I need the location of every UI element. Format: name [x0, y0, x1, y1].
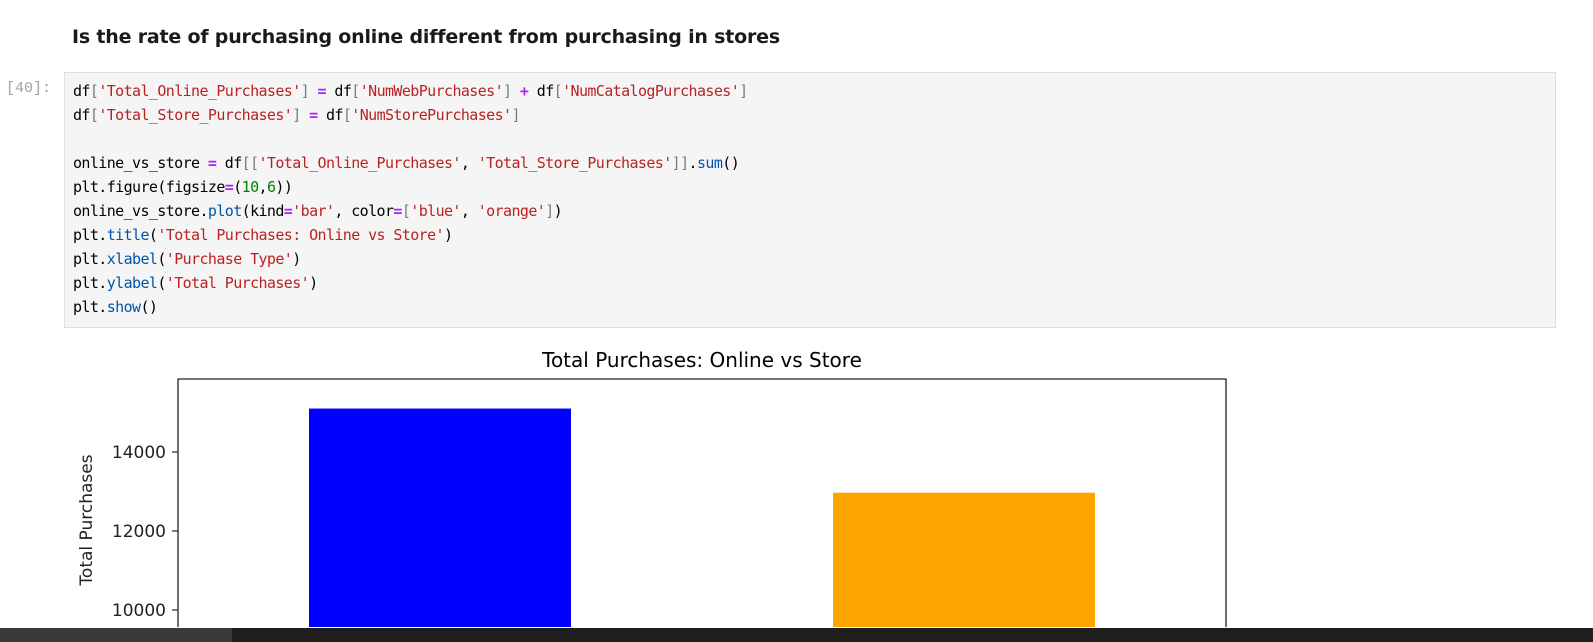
code-token: df: [73, 82, 90, 100]
code-token: ]: [292, 106, 301, 124]
code-line: df['Total_Store_Purchases'] = df['NumSto…: [73, 103, 748, 127]
code-token: plt: [73, 298, 99, 316]
execution-count: [40]:: [6, 80, 52, 97]
chart-title: Total Purchases: Online vs Store: [541, 348, 862, 372]
bar: [833, 492, 1095, 627]
code-cell[interactable]: df['Total_Online_Purchases'] = df['NumWe…: [64, 72, 1556, 328]
code-token: )): [275, 178, 293, 196]
code-token: online_vs_store: [73, 154, 208, 172]
code-token: ,: [258, 178, 268, 196]
code-token: plt: [73, 226, 99, 244]
code-token: ,: [460, 202, 478, 220]
y-tick-label: 10000: [112, 601, 166, 621]
code-line: online_vs_store = df[['Total_Online_Purc…: [73, 151, 748, 175]
code-token: (figsize: [157, 178, 225, 196]
code-token: figure: [106, 178, 158, 196]
code-token: .: [98, 226, 107, 244]
code-token: =: [224, 178, 234, 196]
code-token: .: [98, 250, 107, 268]
code-token: df: [325, 82, 352, 100]
horizontal-scrollbar[interactable]: [0, 628, 1593, 642]
code-token: 'Total_Online_Purchases': [258, 154, 462, 172]
code-token: 'Purchase Type': [165, 250, 293, 268]
code-token: 'NumStorePurchases': [351, 106, 512, 124]
code-token: .: [98, 298, 107, 316]
code-line: plt.show(): [73, 295, 748, 319]
y-tick-label: 12000: [112, 522, 166, 542]
y-tick-label: 14000: [112, 443, 166, 463]
code-token: 'Total_Store_Purchases': [98, 106, 293, 124]
code-token: plot: [207, 202, 242, 220]
code-token: .: [98, 178, 107, 196]
code-token: (: [157, 274, 166, 292]
code-token: 'orange': [477, 202, 546, 220]
code-token: 'NumCatalogPurchases': [562, 82, 740, 100]
code-token: 'Total_Online_Purchases': [98, 82, 301, 100]
bar-chart: Total Purchases: Online vs Store 14000 120…: [77, 348, 1227, 627]
code-token: title: [106, 226, 150, 244]
code-token: ]: [300, 82, 310, 100]
code-token: (): [140, 298, 158, 316]
code-token: ): [553, 202, 563, 220]
code-token: df: [73, 106, 90, 124]
code-token: ylabel: [106, 274, 158, 292]
scrollbar-thumb[interactable]: [0, 628, 232, 642]
code-token: ,: [460, 154, 478, 172]
code-token: online_vs_store: [73, 202, 200, 220]
code-token: 'bar': [292, 202, 335, 220]
code-token: (): [722, 154, 740, 172]
code-token: 'Total Purchases': [165, 274, 310, 292]
code-token: ]: [739, 82, 748, 100]
code-token: xlabel: [106, 250, 158, 268]
code-token: .: [688, 154, 698, 172]
code-editor[interactable]: df['Total_Online_Purchases'] = df['NumWe…: [73, 79, 748, 319]
code-token: (kind: [241, 202, 285, 220]
code-token: show: [106, 298, 141, 316]
code-token: [: [351, 82, 360, 100]
code-token: .: [98, 274, 107, 292]
code-token: 10: [241, 178, 259, 196]
bar: [309, 408, 571, 627]
code-token: 'NumWebPurchases': [359, 82, 504, 100]
code-token: ]]: [671, 154, 689, 172]
code-token: 'blue': [410, 202, 461, 220]
code-token: , color: [334, 202, 394, 220]
code-token: (: [233, 178, 242, 196]
code-token: plt: [73, 178, 99, 196]
code-token: plt: [73, 274, 99, 292]
code-line: df['Total_Online_Purchases'] = df['NumWe…: [73, 79, 748, 103]
code-token: df: [216, 154, 242, 172]
code-token: [: [553, 82, 563, 100]
code-line: plt.ylabel('Total Purchases'): [73, 271, 748, 295]
code-token: plt: [73, 250, 99, 268]
code-line: plt.title('Total Purchases: Online vs St…: [73, 223, 748, 247]
code-token: .: [199, 202, 208, 220]
code-token: [[: [241, 154, 259, 172]
code-token: df: [317, 106, 343, 124]
code-token: 'Total Purchases: Online vs Store': [157, 226, 444, 244]
code-line: online_vs_store.plot(kind='bar', color=[…: [73, 199, 748, 223]
code-token: ): [443, 226, 453, 244]
code-token: ]: [511, 106, 520, 124]
code-token: =: [317, 82, 327, 100]
code-token: 'Total_Store_Purchases': [477, 154, 673, 172]
code-token: ): [309, 274, 318, 292]
code-token: ): [292, 250, 301, 268]
y-axis-label: Total Purchases: [77, 454, 97, 586]
code-token: ]: [545, 202, 554, 220]
code-token: =: [309, 106, 318, 124]
code-token: (: [157, 250, 166, 268]
code-token: df: [528, 82, 554, 100]
code-token: =: [283, 202, 293, 220]
code-token: =: [393, 202, 402, 220]
code-token: sum: [696, 154, 723, 172]
code-line: plt.xlabel('Purchase Type'): [73, 247, 748, 271]
code-line: plt.figure(figsize=(10,6)): [73, 175, 748, 199]
markdown-heading: Is the rate of purchasing online differe…: [72, 26, 780, 48]
